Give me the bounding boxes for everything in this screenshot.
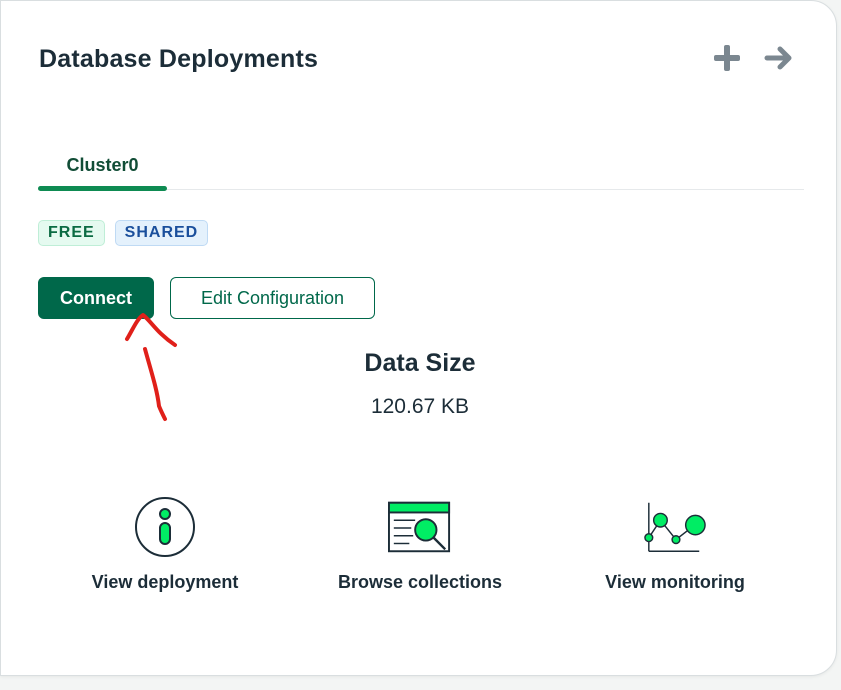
cluster-tabs: Cluster0 bbox=[38, 141, 804, 191]
cluster-badges: FREE SHARED bbox=[38, 220, 209, 246]
plus-icon bbox=[714, 45, 740, 71]
cluster-buttons: Connect Edit Configuration bbox=[38, 277, 375, 319]
browse-collections-action[interactable]: Browse collections bbox=[310, 497, 530, 593]
active-tab-indicator bbox=[38, 186, 167, 191]
view-monitoring-action[interactable]: View monitoring bbox=[565, 497, 785, 593]
add-button[interactable] bbox=[710, 41, 744, 75]
data-size-label: Data Size bbox=[364, 349, 476, 377]
tab-cluster0[interactable]: Cluster0 bbox=[38, 141, 167, 191]
edit-configuration-button[interactable]: Edit Configuration bbox=[170, 277, 375, 319]
navigate-button[interactable] bbox=[762, 41, 796, 75]
quick-actions: View deployment Browse collections View … bbox=[1, 497, 839, 607]
page: Database Deployments Cluster0 FREE SHARE… bbox=[0, 0, 841, 690]
connect-button[interactable]: Connect bbox=[38, 277, 154, 319]
header-actions bbox=[710, 41, 796, 75]
shared-badge: SHARED bbox=[114, 220, 209, 246]
browse-collections-icon bbox=[388, 501, 451, 553]
view-deployment-label: View deployment bbox=[91, 572, 239, 592]
arrow-right-icon bbox=[764, 46, 792, 70]
tab-label: Cluster0 bbox=[66, 154, 139, 175]
data-size-value: 120.67 KB bbox=[370, 395, 470, 418]
browse-collections-label: Browse collections bbox=[337, 572, 503, 592]
monitoring-chart-icon bbox=[644, 502, 706, 552]
info-icon bbox=[135, 497, 195, 557]
database-deployments-card: Database Deployments Cluster0 FREE SHARE… bbox=[0, 0, 837, 676]
free-badge: FREE bbox=[38, 220, 105, 246]
view-deployment-action[interactable]: View deployment bbox=[55, 497, 275, 593]
view-monitoring-label: View monitoring bbox=[605, 572, 745, 592]
card-title: Database Deployments bbox=[39, 45, 319, 73]
